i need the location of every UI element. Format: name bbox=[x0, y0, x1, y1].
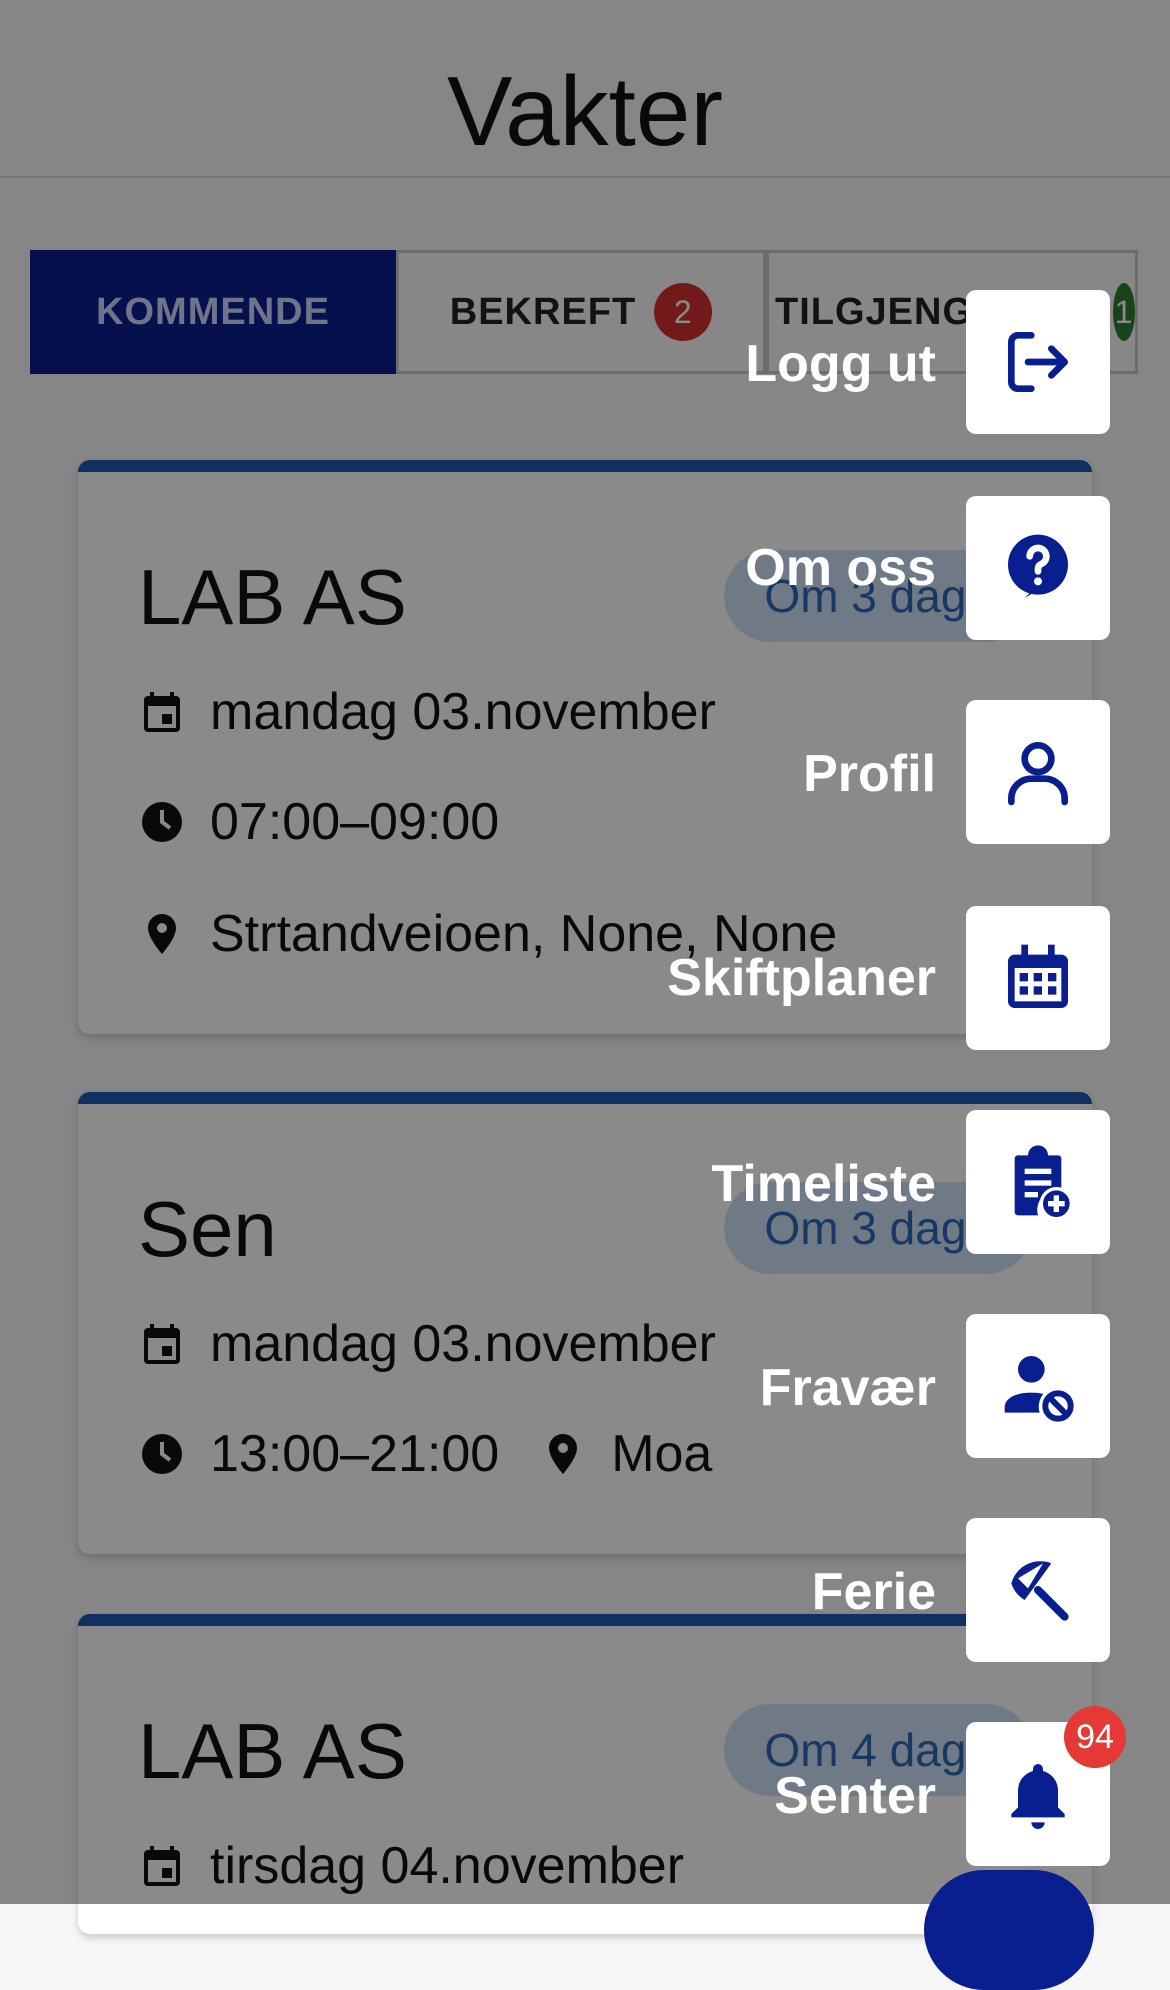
calendar-icon bbox=[1008, 944, 1068, 1008]
person-icon bbox=[1008, 742, 1068, 806]
vacation-button[interactable] bbox=[966, 1518, 1110, 1662]
person-block-icon bbox=[1004, 1356, 1074, 1422]
timesheet-button[interactable] bbox=[966, 1110, 1110, 1254]
logout-button[interactable] bbox=[966, 290, 1110, 434]
menu-label-about[interactable]: Om oss bbox=[745, 538, 936, 598]
speed-dial-fab[interactable] bbox=[924, 1870, 1094, 1990]
profile-button[interactable] bbox=[966, 700, 1110, 844]
schedules-button[interactable] bbox=[966, 906, 1110, 1050]
menu-label-schedules[interactable]: Skiftplaner bbox=[667, 948, 936, 1008]
menu-label-logout[interactable]: Logg ut bbox=[745, 334, 936, 394]
notification-count-badge: 94 bbox=[1064, 1706, 1126, 1768]
menu-label-timesheet[interactable]: Timeliste bbox=[712, 1154, 936, 1214]
logout-icon bbox=[1008, 332, 1068, 392]
clipboard-add-icon bbox=[1014, 1145, 1073, 1221]
bell-icon bbox=[1011, 1764, 1065, 1829]
about-button[interactable] bbox=[966, 496, 1110, 640]
beach-umbrella-icon bbox=[1011, 1561, 1069, 1621]
absence-button[interactable] bbox=[966, 1314, 1110, 1458]
menu-label-notifications[interactable]: Senter bbox=[774, 1766, 936, 1826]
menu-label-vacation[interactable]: Ferie bbox=[812, 1562, 936, 1622]
help-icon bbox=[1008, 534, 1068, 598]
menu-label-absence[interactable]: Fravær bbox=[760, 1358, 936, 1418]
menu-label-profile[interactable]: Profil bbox=[803, 744, 936, 804]
